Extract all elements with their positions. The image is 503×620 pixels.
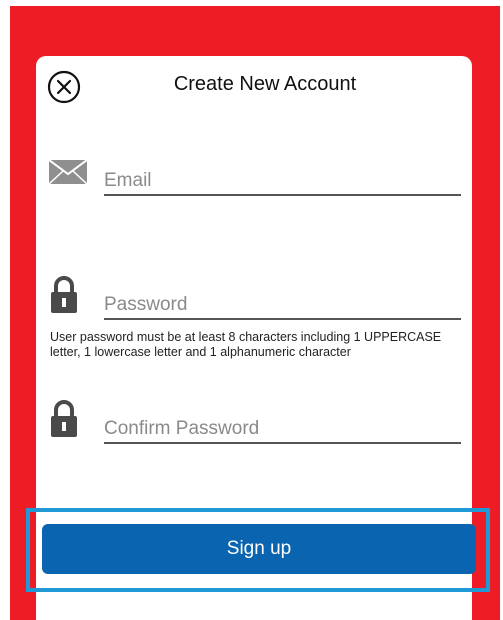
close-circle-icon <box>47 70 81 104</box>
confirm-password-field-container <box>104 412 461 444</box>
envelope-icon <box>49 160 87 184</box>
password-field[interactable] <box>104 294 461 316</box>
email-field-container <box>104 164 461 196</box>
close-button[interactable] <box>47 70 81 104</box>
email-field[interactable] <box>104 170 461 192</box>
password-field-container <box>104 288 461 320</box>
lock-icon <box>51 400 77 437</box>
signup-button[interactable]: Sign up <box>42 524 476 574</box>
password-hint: User password must be at least 8 charact… <box>50 330 442 359</box>
confirm-password-field[interactable] <box>104 418 461 440</box>
lock-icon <box>51 276 77 313</box>
screen: Create New Account User password must be… <box>0 0 503 620</box>
page-title: Create New Account <box>173 73 357 95</box>
